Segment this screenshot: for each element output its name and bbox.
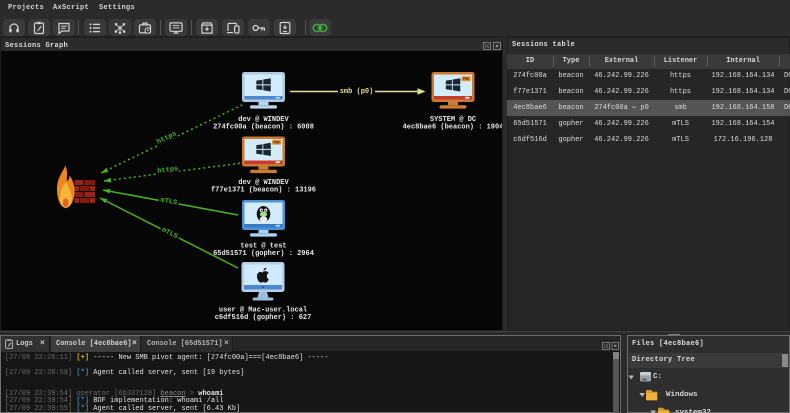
svg-text:smb (p0): smb (p0) xyxy=(340,88,374,96)
svg-text:4ec8bae6 (beacon) : 1904: 4ec8bae6 (beacon) : 1904 xyxy=(403,124,502,132)
svg-text:https: https xyxy=(156,130,178,146)
svg-text:f77e1371 (beacon) : 13196: f77e1371 (beacon) : 13196 xyxy=(211,187,316,195)
svg-text:65d51571 (gopher) : 2964: 65d51571 (gopher) : 2964 xyxy=(213,250,314,258)
svg-text:274fc00a (beacon) : 6008: 274fc00a (beacon) : 6008 xyxy=(213,124,314,132)
svg-text:PRO: PRO xyxy=(274,142,280,146)
svg-text:mTLS: mTLS xyxy=(160,226,179,241)
svg-text:https: https xyxy=(157,165,179,176)
svg-text:mTLS: mTLS xyxy=(160,197,178,208)
svg-text:c6df516d (gopher) : 627: c6df516d (gopher) : 627 xyxy=(215,314,312,322)
svg-text:PRO: PRO xyxy=(463,78,469,82)
